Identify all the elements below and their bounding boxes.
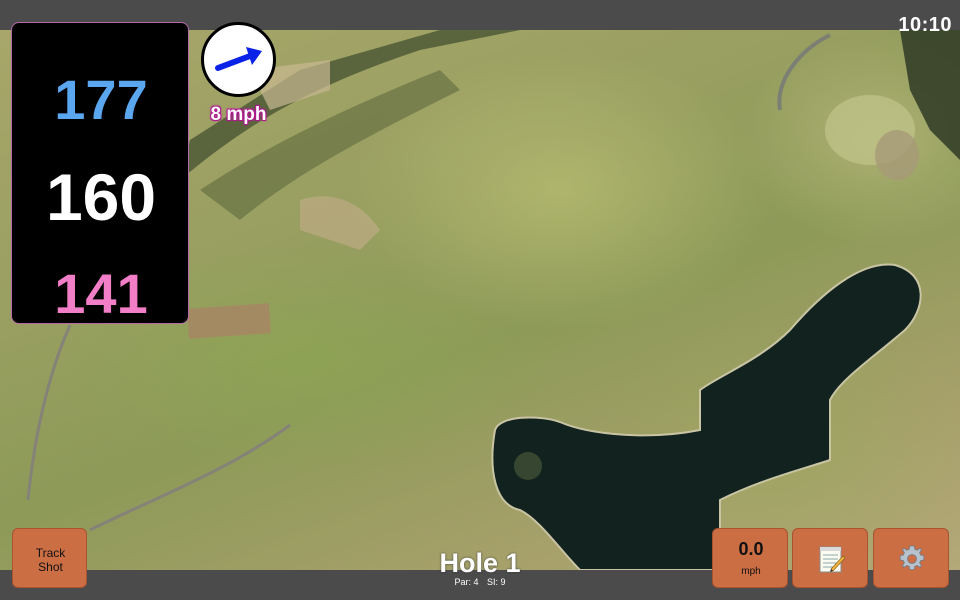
- hole-meta: Par: 4 SI: 9: [380, 577, 580, 587]
- bunker: [875, 130, 919, 180]
- notepad-icon: [819, 546, 846, 573]
- front-distance: 141: [54, 262, 148, 325]
- gear-icon: [899, 545, 925, 570]
- middle-distance: 160: [45, 160, 157, 234]
- distance-panel: 177 160 141: [11, 22, 189, 325]
- clock: 10:10: [898, 14, 952, 36]
- cart-path-south: [89, 423, 291, 532]
- wind-speed: 8 mph: [210, 104, 267, 125]
- wind-direction-dial: [201, 22, 276, 97]
- cart-path-west: [26, 324, 72, 501]
- speed-unit: mph: [741, 566, 761, 577]
- pond: [491, 263, 922, 570]
- track-shot-button[interactable]: Track Shot: [12, 528, 87, 588]
- rough-patch: [300, 196, 380, 250]
- notes-button[interactable]: [792, 528, 868, 588]
- speed-value: 0.0: [738, 539, 764, 559]
- track-shot-label-line2: Shot: [38, 560, 63, 574]
- wind-direction-arrow-icon: [215, 47, 262, 71]
- tee-box: [187, 303, 271, 339]
- back-distance: 177: [54, 68, 148, 131]
- settings-button[interactable]: [873, 528, 949, 588]
- track-shot-label-line1: Track: [35, 546, 66, 560]
- pond-island: [514, 452, 542, 480]
- par-label: Par: 4: [454, 577, 479, 587]
- cart-path-ne: [777, 33, 831, 111]
- stroke-index-label: SI: 9: [487, 577, 506, 587]
- speed-button[interactable]: 0.0 mph: [712, 528, 788, 588]
- hole-title: Hole 1: [439, 548, 521, 578]
- golf-gps-screen: 10:10 177 160 141 8 mph Track Shot Hole …: [0, 0, 960, 600]
